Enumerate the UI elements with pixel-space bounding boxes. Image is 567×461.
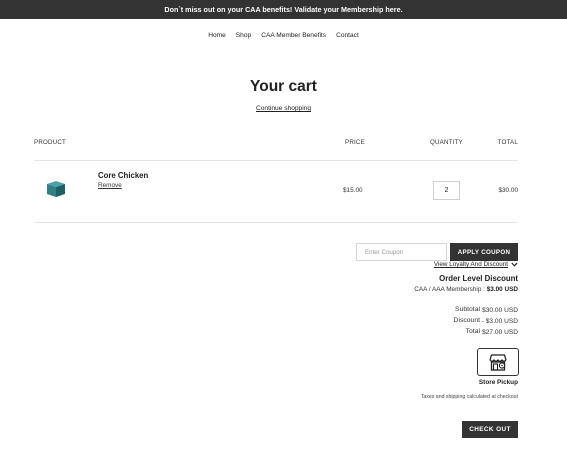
membership-amount: $3.00 USD [486, 286, 518, 293]
apply-coupon-button[interactable]: APPLY COUPON [450, 243, 518, 261]
main-nav: Home Shop CAA Member Benefits Contact [0, 32, 567, 39]
header-price: PRICE [345, 139, 365, 146]
line-total: $30.00 [498, 187, 518, 194]
product-name[interactable]: Core Chicken [98, 171, 148, 180]
loyalty-discount-label[interactable]: View Loyalty And Discount [434, 261, 508, 268]
nav-item-caa-member-benefits[interactable]: CAA Member Benefits [261, 32, 326, 39]
nav-item-contact[interactable]: Contact [336, 32, 359, 39]
product-price: $15.00 [343, 187, 363, 194]
chevron-down-icon [511, 262, 518, 267]
continue-shopping-wrap: Continue shopping [0, 105, 567, 112]
taxes-note: Taxes and shipping calculated at checkou… [420, 394, 518, 400]
total-value: $27.00 USD [482, 329, 518, 336]
store-pickup-icon [489, 354, 507, 371]
discount-label: Discount [453, 317, 480, 324]
coupon-input[interactable] [356, 243, 447, 261]
discount-value: - $3.00 USD [481, 318, 518, 325]
remove-link[interactable]: Remove [98, 182, 122, 189]
store-pickup-button[interactable] [477, 348, 519, 376]
product-thumbnail[interactable] [45, 181, 67, 197]
table-divider-top [34, 160, 518, 161]
order-discount-title: Order Level Discount [439, 274, 518, 283]
membership-label: CAA / AAA Membership : [414, 286, 485, 293]
quantity-input[interactable] [433, 181, 460, 200]
subtotal-label: Subtotal [455, 306, 480, 313]
loyalty-discount-toggle[interactable]: View Loyalty And Discount [434, 261, 518, 268]
header-product: PRODUCT [34, 139, 66, 146]
membership-discount: CAA / AAA Membership : $3.00 USD [414, 286, 518, 293]
table-divider-bottom [34, 222, 518, 223]
store-pickup-label: Store Pickup [478, 379, 518, 386]
header-total: TOTAL [497, 139, 518, 146]
nav-item-shop[interactable]: Shop [236, 32, 251, 39]
total-label: Total [465, 328, 480, 335]
announcement-text[interactable]: Don`t miss out on your CAA benefits! Val… [164, 5, 402, 14]
continue-shopping-link[interactable]: Continue shopping [256, 105, 311, 112]
checkout-button[interactable]: CHECK OUT [462, 421, 518, 438]
nav-item-home[interactable]: Home [208, 32, 226, 39]
page-title: Your cart [250, 78, 317, 95]
subtotal-value: $30.00 USD [482, 307, 518, 314]
header-quantity: QUANTITY [430, 139, 463, 146]
announcement-bar[interactable]: Don`t miss out on your CAA benefits! Val… [0, 0, 567, 19]
